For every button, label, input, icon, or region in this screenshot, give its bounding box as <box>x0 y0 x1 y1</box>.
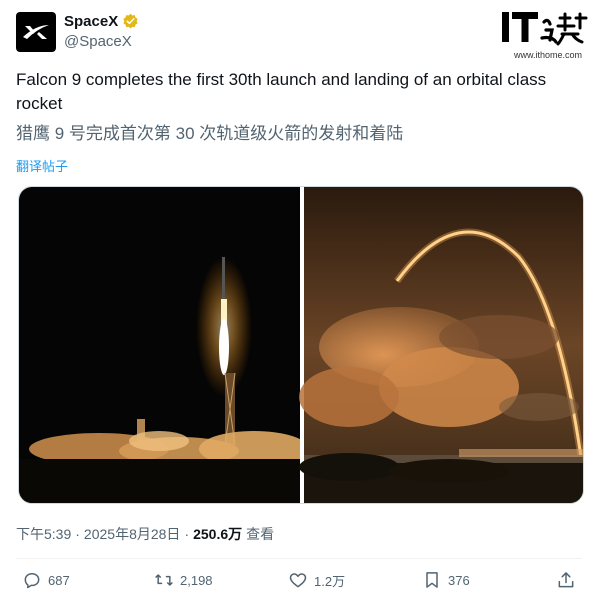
translate-post-link[interactable]: 翻译帖子 <box>16 156 68 175</box>
views-label: 查看 <box>246 526 275 542</box>
media-images <box>19 187 583 503</box>
share-icon <box>558 572 574 588</box>
share-button[interactable] <box>556 570 576 590</box>
reply-button[interactable]: 687 <box>22 570 70 590</box>
author-name-text[interactable]: SpaceX <box>64 13 118 30</box>
meta-separator-2: · <box>184 526 190 542</box>
reply-count: 687 <box>48 572 70 588</box>
reply-icon <box>24 573 40 589</box>
verified-badge-icon <box>123 13 138 29</box>
avatar[interactable] <box>16 12 56 52</box>
action-bar: 687 2,198 1.2万 376 <box>16 566 582 600</box>
author-name[interactable]: SpaceX <box>64 13 139 30</box>
trajectory-photo-right <box>299 187 583 503</box>
author-handle[interactable]: @SpaceX <box>64 33 132 50</box>
tweet-time[interactable]: 下午5:39 <box>16 524 71 544</box>
x-logo-icon <box>23 25 49 39</box>
repost-count: 2,198 <box>180 572 213 588</box>
like-button[interactable]: 1.2万 <box>288 570 345 590</box>
bookmark-count: 376 <box>448 572 470 588</box>
tweet-text: Falcon 9 completes the first 30th launch… <box>16 70 547 113</box>
tweet-date[interactable]: 2025年8月28日 <box>84 524 181 544</box>
repost-button[interactable]: 2,198 <box>154 570 213 590</box>
divider <box>16 558 582 559</box>
views-count: 250.6万 <box>193 526 243 542</box>
bookmark-button[interactable]: 376 <box>422 570 470 590</box>
tweet-meta: 下午5:39 · 2025年8月28日 · 250.6万 查看 <box>16 524 274 544</box>
bookmark-icon <box>426 572 438 588</box>
ithome-logo <box>502 12 588 46</box>
tweet-translated-text: 猎鹰 9 号完成首次第 30 次轨道级火箭的发射和着陆 <box>16 124 404 143</box>
like-icon <box>289 573 307 588</box>
launch-photo-left <box>19 187 309 503</box>
repost-icon <box>155 574 173 586</box>
watermark-url: www.ithome.com <box>514 50 583 60</box>
like-count: 1.2万 <box>314 573 346 589</box>
meta-separator: · <box>75 526 80 542</box>
tweet-media[interactable] <box>18 186 584 504</box>
tweet-header: SpaceX @SpaceX <box>16 10 582 54</box>
